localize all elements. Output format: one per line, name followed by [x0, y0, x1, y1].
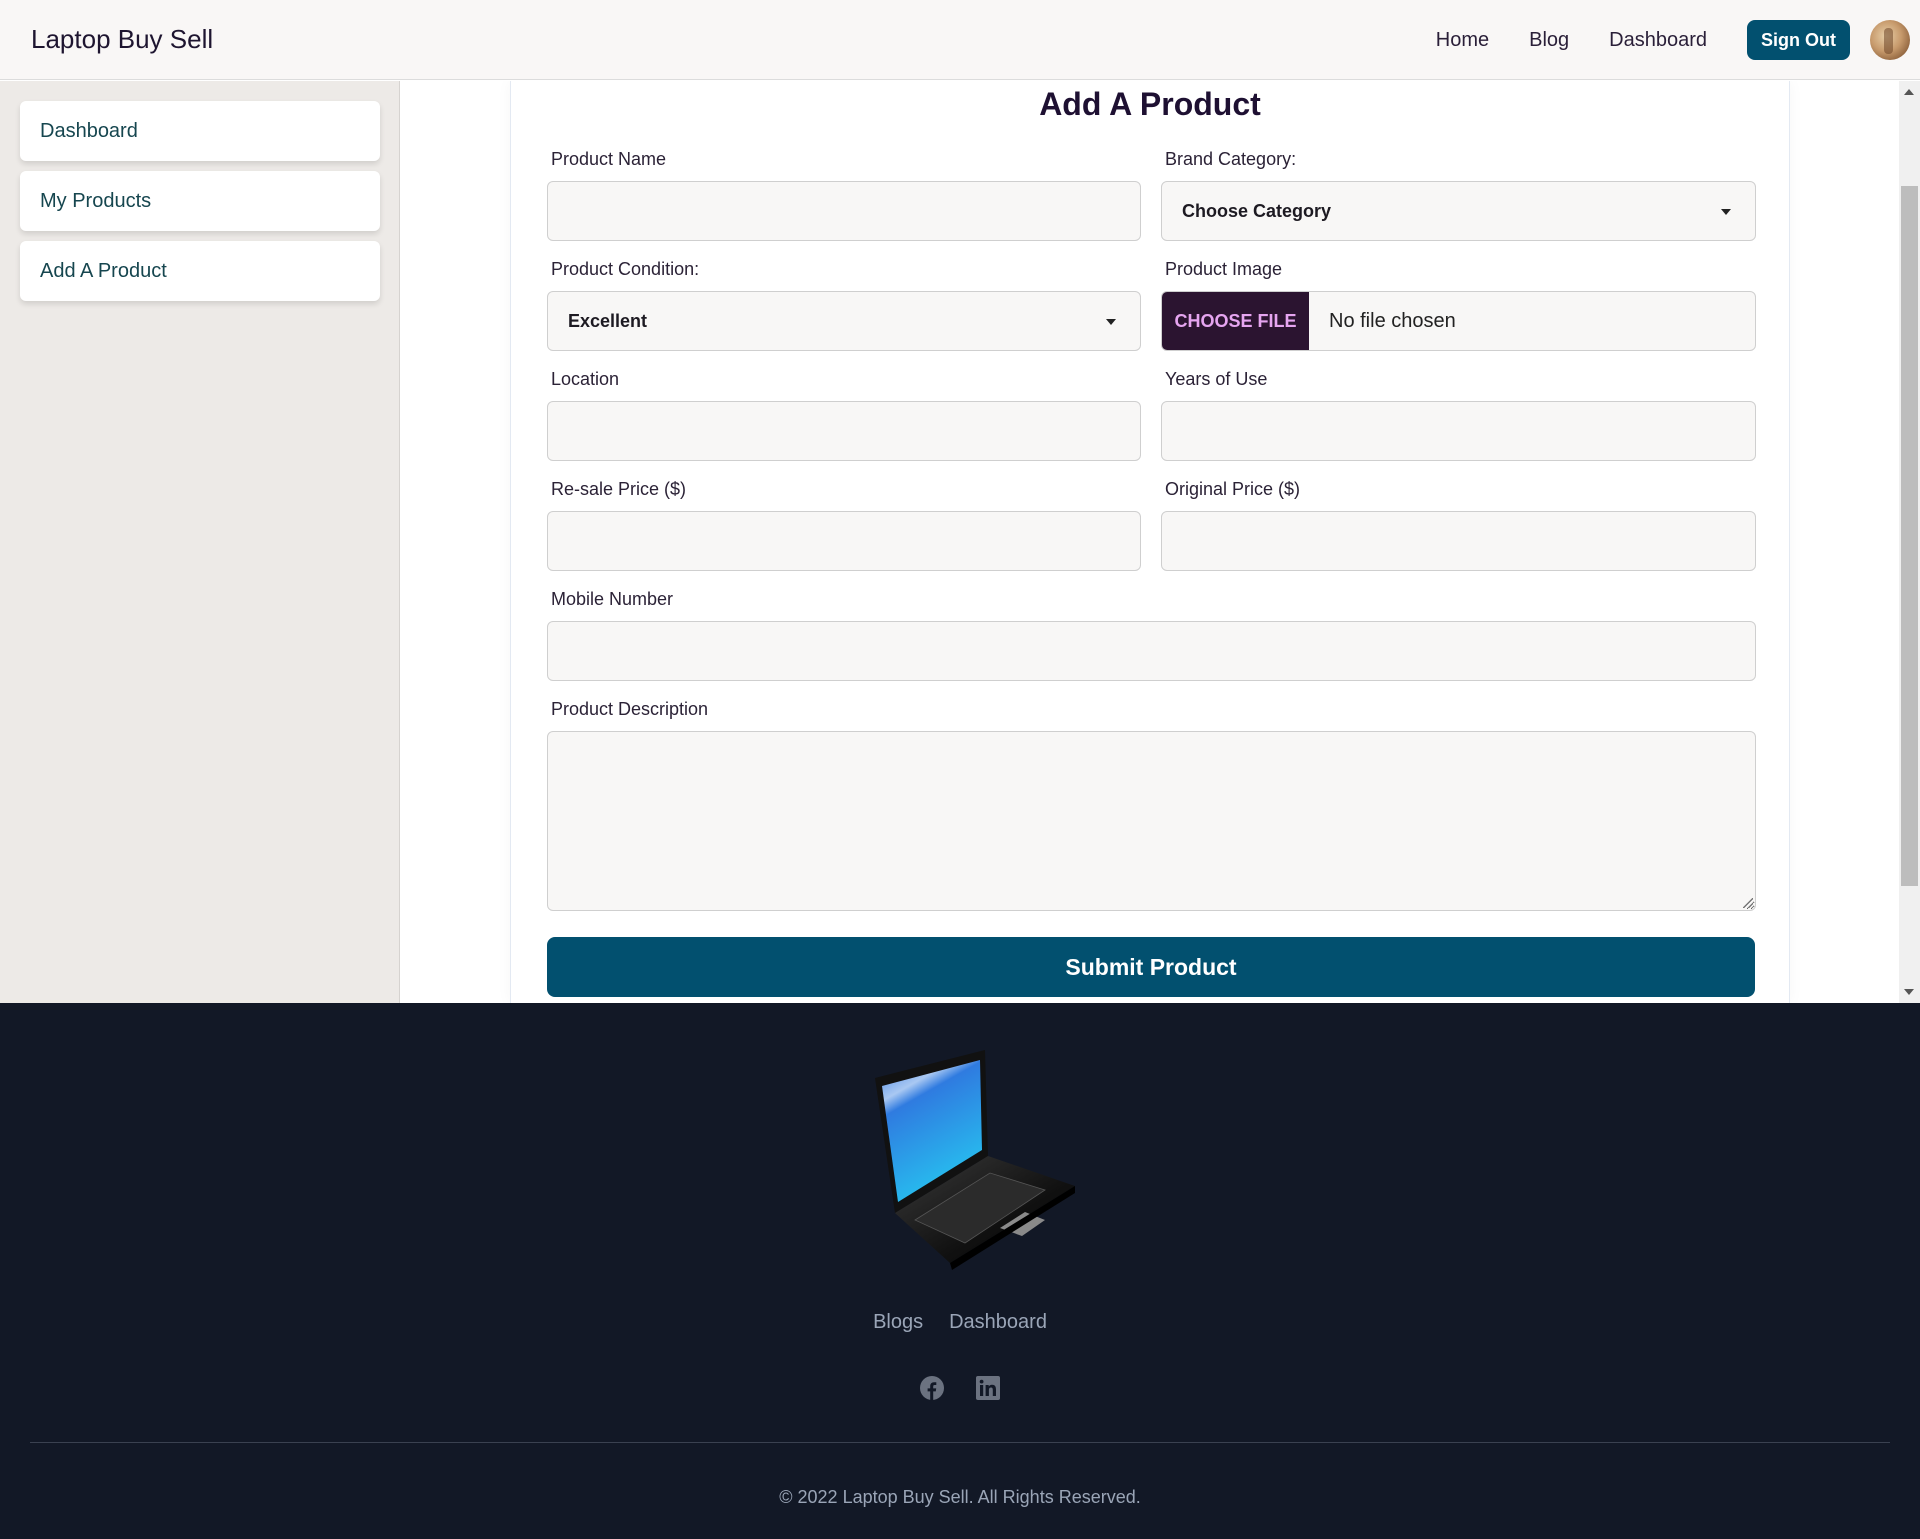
resale-price-label: Re-sale Price ($): [551, 479, 687, 499]
product-description-textarea[interactable]: [547, 731, 1756, 911]
product-image-file-input[interactable]: CHOOSE FILE No file chosen: [1161, 291, 1756, 351]
mobile-number-input[interactable]: [547, 621, 1756, 681]
nav-dashboard-link[interactable]: Dashboard: [1609, 29, 1707, 52]
original-price-label: Original Price ($): [1165, 479, 1301, 499]
facebook-icon[interactable]: [920, 1376, 944, 1400]
resale-price-input[interactable]: [547, 511, 1141, 571]
page-title: Add A Product: [1039, 86, 1261, 122]
mobile-number-label: Mobile Number: [551, 589, 674, 609]
product-description-label: Product Description: [551, 699, 709, 719]
brand-category-label: Brand Category:: [1165, 149, 1297, 169]
main-content: Add A Product Product Name Brand Categor…: [401, 81, 1899, 1003]
page-scrollbar[interactable]: [1899, 81, 1920, 1003]
add-product-form: Add A Product Product Name Brand Categor…: [510, 81, 1790, 1003]
product-description-wrapper: [547, 731, 1756, 911]
footer-dashboard-link[interactable]: Dashboard: [949, 1311, 1047, 1334]
brand-category-selected: Choose Category: [1182, 200, 1332, 221]
product-image-label: Product Image: [1165, 259, 1283, 279]
original-price-input[interactable]: [1161, 511, 1756, 571]
copyright-text: © 2022 Laptop Buy Sell. All Rights Reser…: [779, 1487, 1141, 1507]
top-navbar: Laptop Buy Sell Home Blog Dashboard Sign…: [0, 0, 1920, 80]
main-nav: Home Blog Dashboard Sign Out: [1436, 0, 1920, 80]
resize-handle-icon[interactable]: [1743, 898, 1753, 908]
laptop-logo-icon: [875, 1050, 1075, 1270]
chevron-down-icon: [1721, 209, 1731, 215]
product-condition-selected: Excellent: [568, 310, 648, 331]
footer-links: Blogs Dashboard: [0, 1311, 1920, 1334]
years-of-use-label: Years of Use: [1165, 369, 1268, 389]
nav-home-link[interactable]: Home: [1436, 29, 1489, 52]
sidebar-item-my-products[interactable]: My Products: [20, 171, 380, 231]
sign-out-button[interactable]: Sign Out: [1747, 20, 1850, 60]
location-label: Location: [551, 369, 620, 389]
scroll-down-arrow-icon[interactable]: [1904, 989, 1914, 995]
years-of-use-input[interactable]: [1161, 401, 1756, 461]
product-condition-select[interactable]: Excellent: [547, 291, 1141, 351]
social-links: [0, 1376, 1920, 1400]
file-status-text: No file chosen: [1329, 309, 1456, 332]
scrollbar-thumb[interactable]: [1901, 186, 1918, 886]
product-name-label: Product Name: [551, 149, 667, 169]
submit-product-button[interactable]: Submit Product: [547, 937, 1755, 997]
product-condition-label: Product Condition:: [551, 259, 700, 279]
dashboard-sidebar: Dashboard My Products Add A Product: [0, 81, 400, 1003]
sidebar-item-dashboard[interactable]: Dashboard: [20, 101, 380, 161]
footer-blogs-link[interactable]: Blogs: [873, 1311, 923, 1334]
chevron-down-icon: [1106, 319, 1116, 325]
site-footer: Blogs Dashboard © 2022 Laptop Buy Sell. …: [0, 1003, 1920, 1539]
sidebar-item-add-product[interactable]: Add A Product: [20, 241, 380, 301]
location-input[interactable]: [547, 401, 1141, 461]
footer-divider: [30, 1442, 1890, 1443]
product-name-input[interactable]: [547, 181, 1141, 241]
scroll-up-arrow-icon[interactable]: [1904, 89, 1914, 95]
linkedin-icon[interactable]: [976, 1376, 1000, 1400]
brand-category-select[interactable]: Choose Category: [1161, 181, 1756, 241]
choose-file-button[interactable]: CHOOSE FILE: [1162, 292, 1309, 350]
user-avatar-icon[interactable]: [1870, 20, 1910, 60]
nav-blog-link[interactable]: Blog: [1529, 29, 1569, 52]
brand-logo-text[interactable]: Laptop Buy Sell: [31, 24, 213, 55]
